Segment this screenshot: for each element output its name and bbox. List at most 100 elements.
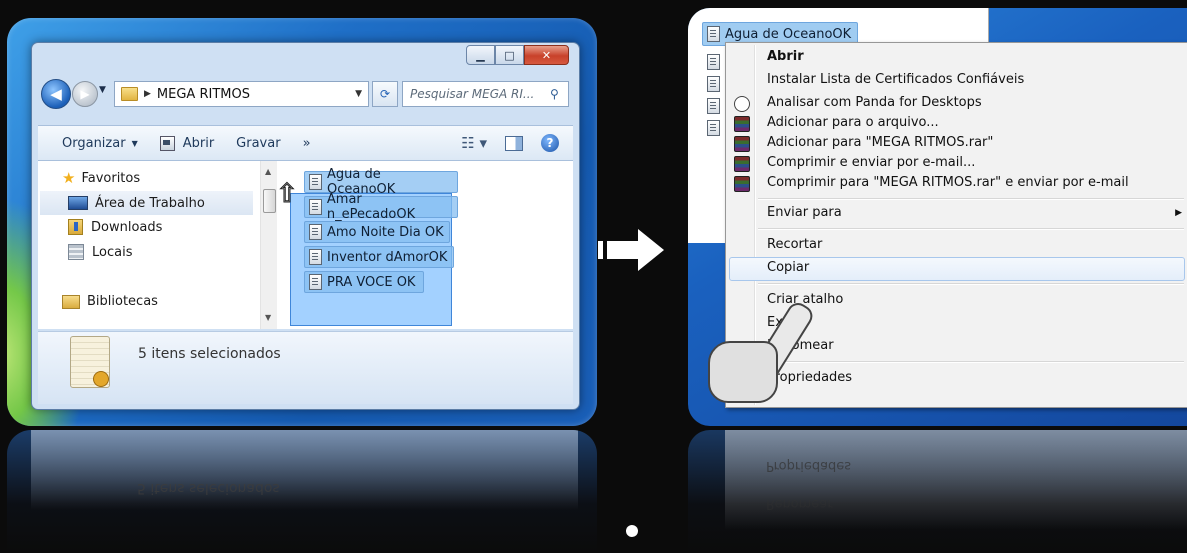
certificate-icon: [70, 336, 110, 388]
file-icon: [707, 54, 720, 70]
nav-item-desktop[interactable]: Área de Trabalho: [40, 191, 253, 215]
left-panel-reflection: 5 itens selecionados: [7, 430, 597, 553]
scroll-up-icon[interactable]: ▲: [265, 167, 271, 176]
pointer-arrow-icon: ⇧: [276, 179, 299, 209]
file-name: Agua de OceanoOK: [725, 26, 852, 42]
right-panel-reflection: Propriedades Renomear: [688, 430, 1187, 553]
menu-item-install-certificates[interactable]: Instalar Lista de Certificados Confiávei…: [767, 70, 1024, 90]
file-item[interactable]: Inventor dAmorOK: [304, 246, 454, 268]
history-dropdown-icon[interactable]: ▼: [99, 85, 106, 95]
right-slide-panel: Agua de OceanoOK Abrir Instalar Lista de…: [688, 8, 1187, 426]
nav-item-label: Favoritos: [81, 170, 141, 186]
open-button[interactable]: Abrir: [159, 135, 215, 151]
help-icon[interactable]: ?: [541, 134, 559, 152]
file-icon: [707, 76, 720, 92]
downloads-icon: [68, 219, 83, 235]
scroll-down-icon[interactable]: ▼: [265, 313, 271, 322]
file-name: Amo Noite Dia OK: [327, 224, 444, 240]
scroll-thumb[interactable]: [263, 189, 276, 213]
nav-item-libraries[interactable]: Bibliotecas: [62, 294, 158, 309]
desktop-icon: [68, 196, 88, 210]
star-icon: ★: [62, 169, 76, 187]
context-menu: Abrir Instalar Lista de Certificados Con…: [708, 42, 1187, 408]
reflection-properties-text: Propriedades: [766, 458, 852, 473]
file-icon: [707, 120, 720, 136]
file-list: ⇧ Agua de OceanoOK Amar n_ePecadoOK Amo …: [276, 161, 573, 329]
explorer-window: ▁ □ ✕ ◀ ▶ ▼ ▶ MEGA RITMOS ▼ ⟳ ⚲ Organiza…: [31, 42, 580, 410]
file-item[interactable]: Amo Noite Dia OK: [304, 221, 450, 243]
menu-item-cut[interactable]: Recortar: [767, 235, 822, 255]
organize-label: Organizar: [62, 135, 126, 151]
breadcrumb-separator-icon[interactable]: ▶: [144, 89, 151, 99]
winrar-icon: [734, 156, 750, 172]
open-icon: [159, 135, 175, 151]
libraries-icon: [62, 294, 80, 309]
address-row: ◀ ▶ ▼ ▶ MEGA RITMOS ▼ ⟳ ⚲: [38, 77, 573, 111]
file-item[interactable]: PRA VOCE OK: [304, 271, 424, 293]
breadcrumb-current[interactable]: MEGA RITMOS: [157, 87, 250, 102]
file-icon: [309, 224, 322, 240]
submenu-arrow-icon: ▶: [1175, 208, 1182, 218]
content-area: ★ Favoritos Área de Trabalho Downloads L…: [38, 161, 573, 329]
search-box: ⚲: [402, 81, 569, 107]
menu-item-copy[interactable]: Copiar: [767, 258, 809, 278]
right-arrow-icon: [598, 229, 668, 271]
minimize-button[interactable]: ▁: [466, 45, 495, 65]
navigation-pane: ★ Favoritos Área de Trabalho Downloads L…: [38, 161, 260, 329]
nav-item-label: Bibliotecas: [87, 294, 158, 309]
menu-separator: [758, 283, 1184, 285]
open-label: Abrir: [182, 135, 215, 151]
nav-item-favorites[interactable]: ★ Favoritos: [62, 169, 140, 187]
menu-item-compress-email[interactable]: Comprimir e enviar por e-mail...: [767, 153, 975, 173]
menu-separator: [758, 361, 1184, 363]
back-button[interactable]: ◀: [41, 79, 71, 109]
close-button[interactable]: ✕: [524, 45, 569, 65]
more-commands-button[interactable]: »: [303, 136, 311, 151]
organize-button[interactable]: Organizar ▼: [62, 136, 138, 151]
winrar-icon: [734, 116, 750, 132]
file-icon: [309, 249, 322, 265]
search-icon[interactable]: ⚲: [550, 87, 559, 101]
nav-item-label: Locais: [92, 244, 133, 260]
nav-item-places[interactable]: Locais: [68, 244, 132, 260]
address-dropdown-icon[interactable]: ▼: [355, 89, 362, 99]
command-bar: Organizar ▼ Abrir Gravar » ☷ ▾ ?: [38, 125, 573, 161]
views-icon[interactable]: ☷ ▾: [461, 134, 487, 152]
menu-item-open[interactable]: Abrir: [767, 47, 804, 67]
menu-item-compress-rar-email[interactable]: Comprimir para "MEGA RITMOS.rar" e envia…: [767, 173, 1129, 193]
menu-separator: [758, 228, 1184, 230]
selection-status: 5 itens selecionados: [138, 346, 281, 362]
refresh-button[interactable]: ⟳: [372, 81, 398, 107]
winrar-icon: [734, 176, 750, 192]
nav-item-downloads[interactable]: Downloads: [68, 219, 162, 235]
burn-label: Gravar: [236, 135, 281, 151]
menu-item-add-to-rar[interactable]: Adicionar para "MEGA RITMOS.rar": [767, 133, 993, 153]
chevron-down-icon: ▼: [131, 138, 138, 148]
places-icon: [68, 244, 84, 260]
window-controls: ▁ □ ✕: [466, 45, 569, 65]
file-name: PRA VOCE OK: [327, 274, 416, 290]
nav-scrollbar[interactable]: ▲ ▼: [260, 161, 277, 329]
winrar-icon: [734, 136, 750, 152]
folder-icon: [121, 87, 138, 101]
file-icon: [707, 98, 720, 114]
file-icon: [309, 199, 322, 215]
file-item[interactable]: Agua de OceanoOK: [304, 167, 458, 197]
file-name: Amar n_ePecadoOK: [326, 192, 416, 222]
search-input[interactable]: [408, 86, 548, 102]
file-icon: [309, 274, 322, 290]
menu-item-panda-scan[interactable]: Analisar com Panda for Desktops: [767, 93, 982, 113]
file-item[interactable]: Amar n_ePecadoOK: [304, 192, 458, 222]
address-bar[interactable]: ▶ MEGA RITMOS ▼: [114, 81, 369, 107]
nav-item-label: Área de Trabalho: [95, 195, 205, 211]
more-label: »: [302, 135, 311, 151]
menu-item-send-to[interactable]: Enviar para: [767, 203, 842, 223]
forward-button[interactable]: ▶: [72, 81, 98, 107]
burn-button[interactable]: Gravar: [236, 136, 280, 151]
menu-item-add-to-archive[interactable]: Adicionar para o arquivo...: [767, 113, 939, 133]
maximize-button[interactable]: □: [495, 45, 524, 65]
preview-pane-icon[interactable]: [505, 135, 523, 151]
left-slide-panel: ▁ □ ✕ ◀ ▶ ▼ ▶ MEGA RITMOS ▼ ⟳ ⚲ Organiza…: [7, 18, 597, 426]
menu-separator: [758, 198, 1184, 200]
slide-indicator-dot[interactable]: [626, 525, 638, 537]
